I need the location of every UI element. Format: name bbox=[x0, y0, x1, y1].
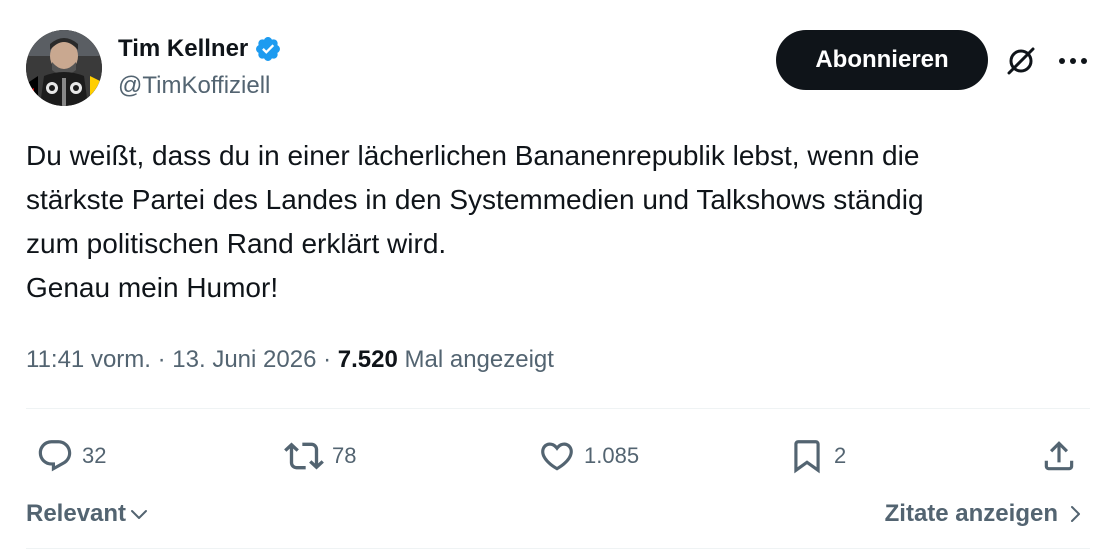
repost-button[interactable]: 78 bbox=[284, 426, 356, 486]
tweet-text-line: zum politischen Rand erklärt wird. bbox=[26, 228, 447, 259]
sort-label: Relevant bbox=[26, 500, 127, 527]
share-button[interactable] bbox=[1040, 426, 1078, 486]
reply-button[interactable]: 32 bbox=[36, 426, 106, 486]
tweet-header: Tim Kellner @TimKoffiziell Abonnieren bbox=[24, 28, 1096, 108]
author-handle[interactable]: @TimKoffiziell bbox=[118, 68, 282, 104]
views-count[interactable]: 7.520 bbox=[338, 346, 398, 373]
view-quotes-label: Zitate anzeigen bbox=[884, 500, 1058, 527]
reply-count: 32 bbox=[82, 443, 107, 468]
grok-icon[interactable] bbox=[1004, 44, 1038, 78]
action-bar: 32 78 1.085 2 bbox=[26, 426, 1090, 486]
like-button[interactable]: 1.085 bbox=[538, 426, 639, 486]
bookmark-button[interactable]: 2 bbox=[788, 426, 846, 486]
view-quotes-link[interactable]: Zitate anzeigen bbox=[885, 494, 1086, 534]
display-name[interactable]: Tim Kellner bbox=[118, 32, 248, 66]
display-name-row: Tim Kellner bbox=[118, 32, 282, 66]
sort-dropdown[interactable]: Relevant bbox=[26, 494, 150, 534]
follow-button[interactable]: Abonnieren bbox=[776, 30, 988, 90]
chevron-right-icon bbox=[1071, 506, 1080, 522]
repost-count: 78 bbox=[332, 443, 357, 468]
bookmark-count: 2 bbox=[834, 443, 847, 468]
heart-icon bbox=[541, 442, 573, 471]
meta-separator: · bbox=[157, 346, 166, 373]
verified-badge-icon[interactable] bbox=[254, 35, 282, 63]
reply-icon bbox=[38, 440, 72, 472]
tweet-text-line: stärkste Partei des Landes in den System… bbox=[26, 184, 924, 215]
tweet-text-line: Du weißt, dass du in einer lächerlichen … bbox=[26, 140, 920, 171]
tweet-text: Du weißt, dass du in einer lächerlichen … bbox=[26, 134, 1094, 310]
divider bbox=[26, 548, 1090, 549]
avatar[interactable] bbox=[26, 30, 102, 106]
tweet-date[interactable]: 13. Juni 2026 bbox=[172, 346, 316, 373]
meta-separator: · bbox=[323, 346, 332, 373]
bookmark-icon bbox=[794, 440, 820, 474]
tweet-text-line: Genau mein Humor! bbox=[26, 272, 279, 303]
chevron-down-icon bbox=[131, 510, 148, 519]
author-names: Tim Kellner @TimKoffiziell bbox=[118, 32, 282, 104]
divider bbox=[26, 408, 1090, 409]
views-label: Mal angezeigt bbox=[404, 346, 554, 373]
tweet-time[interactable]: 11:41 vorm. bbox=[26, 346, 151, 373]
like-count: 1.085 bbox=[584, 443, 640, 468]
repost-icon bbox=[284, 442, 324, 470]
tweet-meta: 11:41 vorm. · 13. Juni 2026 · 7.520 Mal … bbox=[26, 340, 554, 380]
more-options-icon[interactable] bbox=[1056, 48, 1090, 74]
share-icon bbox=[1044, 441, 1074, 471]
